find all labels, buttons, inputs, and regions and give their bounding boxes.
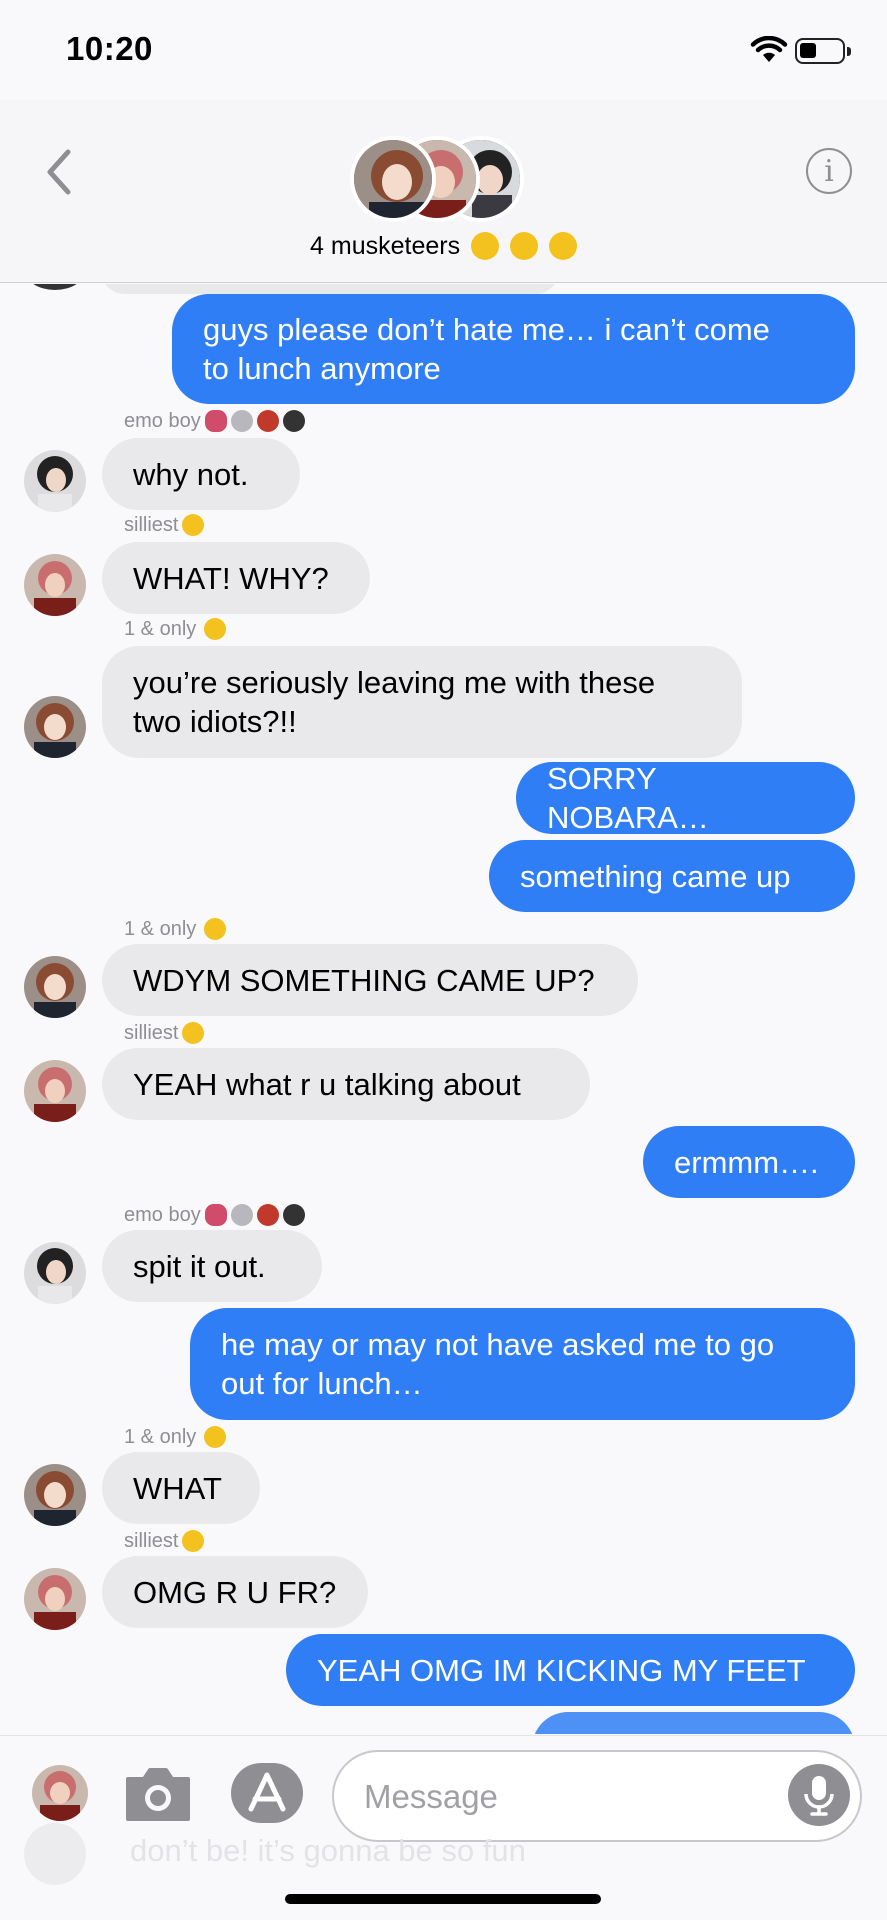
message-bubble-incoming[interactable]: why not. [102, 438, 300, 510]
message-bubble-incoming[interactable]: you’re seriously leaving me with these t… [102, 646, 742, 758]
message-composer: don’t be! it’s gonna be so fun [0, 1735, 887, 1920]
chain-icon [230, 410, 253, 432]
message-input-field[interactable] [332, 1750, 862, 1842]
message-bubble-incoming[interactable]: spit it out. [102, 1230, 322, 1302]
sender-name: silliest [124, 1530, 205, 1553]
back-chevron-icon[interactable] [36, 144, 86, 200]
message-bubble-outgoing[interactable]: SORRY NOBARA… [516, 761, 855, 835]
message-bubble-partial [100, 284, 560, 294]
avatar-emo[interactable] [24, 450, 86, 512]
avatar-emo[interactable] [24, 1242, 86, 1304]
zany-face-emoji-icon [182, 514, 205, 536]
message-list[interactable]: guys please don’t hate me… i can’t come … [0, 284, 887, 1734]
avatar-silliest[interactable] [24, 1060, 86, 1122]
guitar-icon [256, 1204, 279, 1226]
avatar-silliest[interactable] [24, 554, 86, 616]
avatar [24, 1823, 86, 1885]
battery-icon [795, 38, 851, 64]
sender-name: emo boy [124, 410, 305, 433]
lips-icon [204, 1204, 227, 1226]
zany-face-emoji-icon [182, 1022, 205, 1044]
message-bubble-outgoing[interactable]: he may or may not have asked me to go ou… [190, 1308, 855, 1420]
music-note-icon [282, 1204, 305, 1226]
message-bubble-incoming[interactable]: OMG R U FR? [102, 1556, 368, 1628]
conversation-header: 4 musketeers i [0, 100, 887, 283]
message-input[interactable] [364, 1772, 764, 1822]
chain-icon [230, 1204, 253, 1226]
camera-icon[interactable] [124, 1765, 192, 1823]
message-peek-text: don’t be! it’s gonna be so fun [130, 1833, 526, 1868]
sender-name: silliest [124, 1022, 205, 1045]
member-avatar-nobara [350, 136, 436, 222]
heart-eyes-emoji-icon [204, 918, 227, 940]
heart-eyes-emoji-icon [204, 1426, 227, 1448]
zany-face-emoji-icon [510, 232, 538, 260]
home-indicator[interactable] [285, 1894, 601, 1904]
message-bubble-incoming[interactable]: WHAT [102, 1452, 260, 1524]
avatar [24, 284, 86, 290]
group-avatar-stack[interactable] [350, 136, 530, 226]
app-store-icon[interactable] [231, 1763, 303, 1823]
memoji-avatar-button[interactable] [32, 1765, 88, 1821]
info-icon[interactable]: i [806, 148, 852, 194]
avatar-nobara[interactable] [24, 696, 86, 758]
zany-face-emoji-icon [182, 1530, 205, 1552]
message-bubble-outgoing[interactable]: something came up [489, 840, 855, 912]
message-bubble-outgoing-partial [532, 1712, 855, 1734]
hushed-face-emoji-icon [471, 232, 500, 260]
avatar-nobara[interactable] [24, 956, 86, 1018]
message-bubble-incoming[interactable]: YEAH what r u talking about [102, 1048, 590, 1120]
message-bubble-outgoing[interactable]: guys please don’t hate me… i can’t come … [172, 294, 855, 404]
avatar-silliest[interactable] [24, 1568, 86, 1630]
guitar-icon [256, 410, 279, 432]
sender-name: silliest [124, 514, 205, 537]
sender-name: 1 & only [124, 1426, 227, 1449]
avatar-nobara[interactable] [24, 1464, 86, 1526]
message-bubble-outgoing[interactable]: ermmm…. [643, 1126, 855, 1198]
sender-name: 1 & only [124, 918, 227, 941]
heart-eyes-emoji-icon [204, 618, 227, 640]
status-bar: 10:20 [0, 0, 887, 100]
microphone-icon[interactable] [788, 1764, 850, 1826]
lips-icon [204, 410, 227, 432]
status-time: 10:20 [66, 30, 153, 67]
music-note-icon [282, 410, 305, 432]
message-bubble-outgoing[interactable]: YEAH OMG IM KICKING MY FEET [286, 1634, 855, 1706]
wifi-icon [750, 36, 788, 62]
group-name[interactable]: 4 musketeers [0, 232, 887, 261]
shushing-face-emoji-icon [548, 232, 577, 260]
sender-name: emo boy [124, 1204, 305, 1227]
sender-name: 1 & only [124, 618, 227, 641]
message-bubble-incoming[interactable]: WDYM SOMETHING CAME UP? [102, 944, 638, 1016]
message-bubble-incoming[interactable]: WHAT! WHY? [102, 542, 370, 614]
